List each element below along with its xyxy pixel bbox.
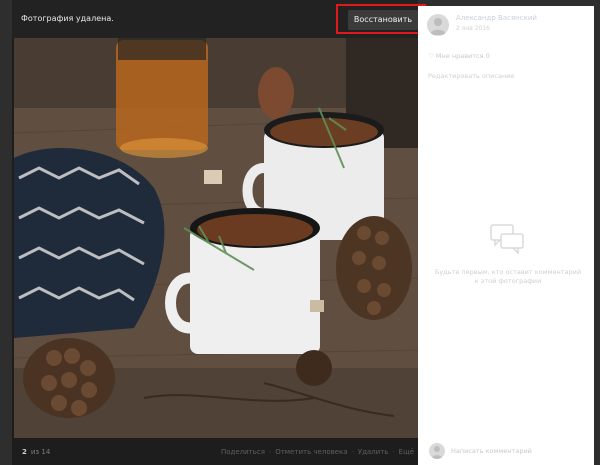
author-avatar[interactable] — [427, 14, 449, 36]
separator: · — [392, 448, 395, 456]
comment-input[interactable] — [451, 445, 581, 457]
author-name[interactable]: Александр Васянский — [456, 14, 537, 22]
post-date: 2 янв 2016 — [456, 25, 490, 32]
edit-description-link[interactable]: Редактировать описание — [428, 72, 514, 80]
heart-icon: ♡ — [428, 52, 434, 60]
speech-bubbles-icon — [490, 224, 524, 254]
photo-counter-total: из 14 — [30, 448, 51, 456]
empty-comments-text: Будьте первым, кто оставит комментарий к… — [434, 268, 582, 285]
photo-counter-current: 2 — [22, 448, 27, 456]
photo-viewer: Фотография удалена. Восстановить 2 из 14… — [0, 0, 600, 465]
share-link[interactable]: Поделиться — [221, 448, 265, 456]
separator: · — [351, 448, 354, 456]
like-label: Мне нравится — [435, 52, 484, 60]
photo-image[interactable] — [14, 38, 418, 438]
photo-illustration — [14, 38, 418, 438]
deleted-notice-bar: Фотография удалена. Восстановить — [12, 0, 426, 38]
delete-link[interactable]: Удалить — [358, 448, 389, 456]
photo-footer: 2 из 14 Поделиться · Отметить человека · Удал… — [12, 438, 418, 465]
avatar-icon — [431, 446, 443, 459]
restore-button[interactable]: Восстановить — [348, 10, 418, 30]
deleted-notice-text: Фотография удалена. — [21, 14, 114, 23]
photo-counter: 2 из 14 — [22, 448, 50, 456]
commenter-avatar — [429, 443, 445, 459]
avatar-icon — [430, 18, 446, 35]
like-count: 0 — [485, 52, 490, 60]
photo-actions: Поделиться · Отметить человека · Удалить · Ещё — [221, 448, 414, 456]
info-sidebar: Александр Васянский 2 янв 2016 ♡ Мне нра… — [418, 6, 594, 465]
more-link[interactable]: Ещё — [399, 448, 414, 456]
separator: · — [268, 448, 272, 456]
like-button[interactable]: ♡ Мне нравится 0 — [428, 52, 490, 60]
tag-person-link[interactable]: Отметить человека — [275, 448, 347, 456]
